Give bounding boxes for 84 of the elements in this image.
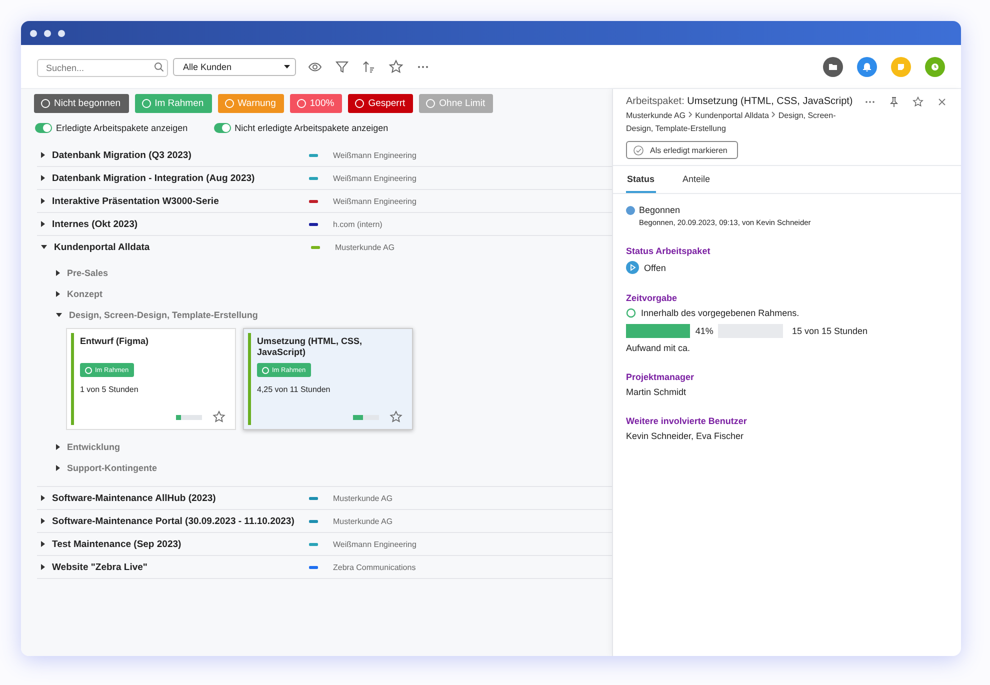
mark-done-button[interactable]: Als erledigt markieren [626, 141, 738, 159]
customer-name: Musterkunde AG [333, 494, 393, 502]
effort-text: Aufwand mit ca. [626, 343, 692, 353]
breadcrumb: Musterkunde AG Kundenportal Alldata Design, Screen-Design, Template-Erstellung [626, 110, 837, 135]
star-icon[interactable] [388, 58, 404, 74]
customer-name: Weißmann Engineering [333, 174, 416, 182]
project-name[interactable]: Website "Zebra Live" [52, 562, 309, 572]
time-note: Innerhalb des vorgegebenen Rahmens. [641, 308, 800, 318]
star-icon[interactable] [212, 410, 226, 424]
section-heading: Zeitvorgabe [626, 293, 678, 303]
filter-icon[interactable] [334, 58, 350, 74]
status-label: Begonnen [639, 205, 680, 215]
project-name[interactable]: Interaktive Präsentation W3000-Serie [52, 196, 309, 206]
project-name[interactable]: Kundenportal Alldata [54, 242, 311, 252]
caret-icon[interactable] [41, 564, 45, 570]
project-name[interactable]: Software-Maintenance Portal (30.09.2023 - 11.10.2023) [52, 516, 309, 526]
caret-icon[interactable] [41, 152, 45, 158]
folder-icon[interactable] [823, 56, 843, 76]
search-icon [154, 62, 164, 72]
caret-icon[interactable] [41, 175, 45, 181]
phase-name[interactable]: Design, Screen-Design, Template-Erstellung [69, 310, 258, 320]
user-names: Kevin Schneider, Eva Fischer [626, 431, 745, 441]
caret-icon[interactable] [41, 541, 45, 547]
hours-text: 15 von 15 Stunden [792, 326, 868, 336]
caret-icon[interactable] [41, 245, 47, 249]
hours-text: 1 von 5 Stunden [80, 385, 140, 394]
project-name[interactable]: Internes (Okt 2023) [52, 218, 309, 230]
toggle-switch[interactable] [214, 123, 231, 133]
caret-icon[interactable] [41, 518, 45, 524]
circle-icon [626, 308, 636, 318]
percent-label: 41% [690, 324, 718, 338]
sort-icon[interactable] [361, 58, 377, 74]
caret-icon[interactable] [41, 221, 45, 227]
phase-name[interactable]: Konzept [67, 288, 102, 298]
chevron-icon [771, 111, 776, 118]
customer-dropdown[interactable]: Alle Kunden [173, 58, 296, 76]
section-heading: Projektmanager [626, 372, 696, 382]
caret-icon[interactable] [41, 198, 45, 204]
project-name[interactable]: Software-Maintenance AllHub (2023) [52, 492, 309, 504]
customer-name: Zebra Communications [333, 562, 416, 572]
section-heading: Weitere involvierte Benutzer [626, 416, 748, 426]
toggle-label: Nicht erledigte Arbeitspakete anzeigen [234, 123, 388, 133]
card-title: Umsetzung (HTML, CSS, JavaScript) [257, 336, 363, 359]
chevron-icon [688, 111, 693, 118]
toggle-label: Erledigte Arbeitspakete anzeigen [56, 123, 188, 133]
manager-name: Martin Schmidt [626, 387, 688, 397]
customer-name: h.com (intern) [333, 220, 382, 228]
project-name[interactable]: Test Maintenance (Sep 2023) [52, 538, 309, 550]
status-filter[interactable]: Gesperrt [348, 94, 414, 113]
customer-name: Weißmann Engineering [333, 540, 416, 548]
section-heading: Status Arbeitspaket [626, 246, 712, 256]
tab[interactable]: Anteile [682, 166, 712, 193]
project-name[interactable]: Datenbank Migration (Q3 2023) [52, 150, 309, 160]
caret-icon[interactable] [56, 312, 62, 316]
play-icon [626, 261, 639, 274]
panel-title: Arbeitspaket: Umsetzung (HTML, CSS, JavaScript) [626, 96, 854, 107]
caret-icon[interactable] [56, 444, 60, 450]
status-filter[interactable]: Nicht begonnen [34, 94, 129, 113]
close-icon[interactable] [936, 96, 948, 108]
search-field[interactable]: Suchen... [37, 58, 168, 76]
check-circle-icon [633, 144, 644, 156]
caret-icon[interactable] [41, 495, 45, 501]
caret-icon[interactable] [56, 290, 60, 296]
customer-name: Weißmann Engineering [333, 150, 416, 160]
hours-text: 4,25 von 11 Stunden [257, 385, 332, 394]
caret-icon[interactable] [56, 464, 60, 470]
customer-name: Musterkunde AG [333, 516, 393, 526]
caret-icon[interactable] [56, 270, 60, 276]
phase-name[interactable]: Pre-Sales [67, 268, 108, 278]
status-value: Offen [644, 262, 666, 272]
project-name[interactable]: Datenbank Migration - Integration (Aug 2023) [52, 172, 309, 184]
toggle-switch[interactable] [35, 123, 52, 133]
pin-icon[interactable] [888, 96, 900, 108]
phase-name[interactable]: Entwicklung [67, 442, 120, 452]
customer-name: Weißmann Engineering [333, 196, 416, 206]
tab[interactable]: Status [626, 166, 656, 193]
caret-icon [284, 64, 290, 68]
star-icon[interactable] [389, 410, 403, 424]
phase-name[interactable]: Support-Kontingente [67, 462, 157, 472]
bell-icon[interactable] [857, 56, 877, 76]
customer-name: Musterkunde AG [335, 242, 395, 252]
card-title: Entwurf (Figma) [80, 336, 150, 348]
clock-icon[interactable] [925, 56, 945, 76]
star-icon[interactable] [912, 96, 924, 108]
